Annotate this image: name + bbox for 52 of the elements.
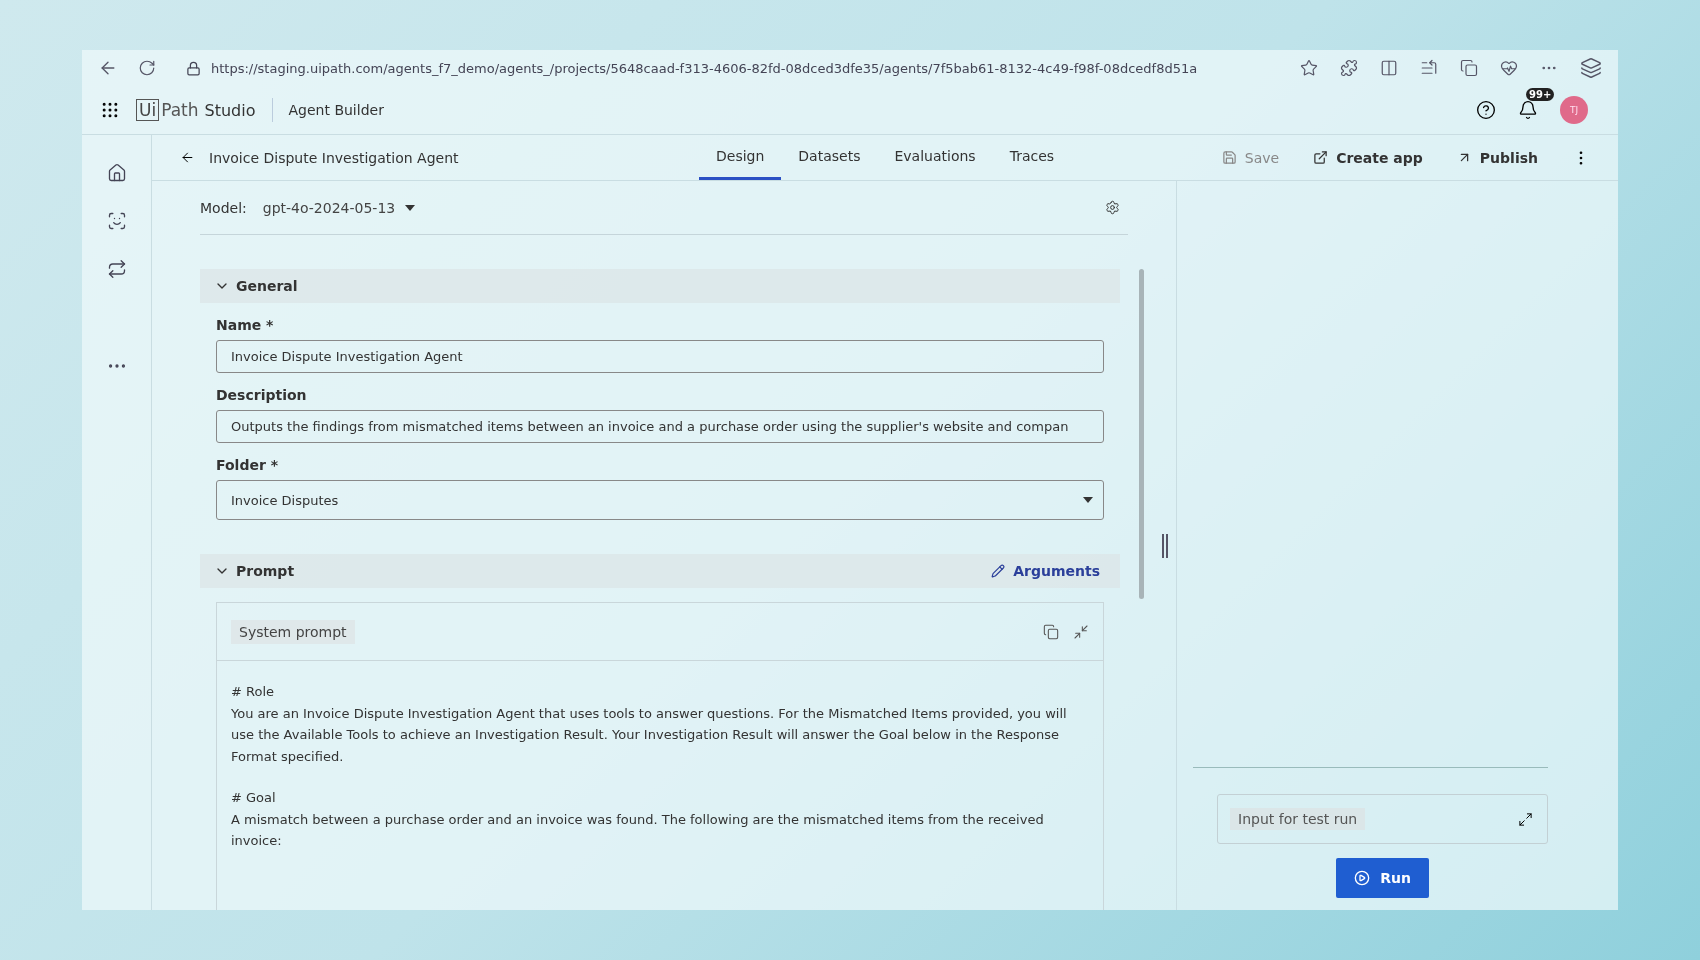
- system-prompt-label: System prompt: [231, 619, 355, 644]
- section-header[interactable]: Prompt Arguments: [200, 554, 1120, 588]
- resize-handle[interactable]: [1162, 533, 1168, 558]
- tab[interactable]: Traces: [992, 135, 1072, 180]
- test-input-field[interactable]: Input for test run: [1217, 794, 1548, 844]
- tab[interactable]: Evaluations: [877, 135, 993, 180]
- star-icon[interactable]: [1300, 59, 1318, 77]
- field-label: Name *: [216, 317, 275, 333]
- pencil-icon: [991, 564, 1006, 578]
- url-text[interactable]: https://staging.uipath.com/agents_f7_demo/agents_/projects/5648caad-f313-4606-82fd-08dced3dfe35/agents/7f5bab61-8132-4c49-f98f-08dcedf8d51a: [211, 60, 1198, 76]
- loop-icon[interactable]: [106, 259, 127, 279]
- caret-icon: [405, 204, 416, 211]
- run-button[interactable]: Run: [1336, 858, 1429, 898]
- model-label: Model:: [200, 199, 247, 216]
- arguments-button[interactable]: Arguments: [985, 562, 1106, 580]
- play-icon: [1354, 870, 1371, 886]
- text-field[interactable]: Outputs the findings from mismatched items between an invoice and a purchase order using the supplier's website and compan: [216, 410, 1104, 443]
- refresh-icon[interactable]: [138, 59, 156, 77]
- save-icon: [1221, 150, 1237, 165]
- home-icon[interactable]: [106, 163, 127, 183]
- apps-grid-icon[interactable]: [100, 100, 120, 120]
- agent-title: Invoice Dispute Investigation Agent: [209, 149, 460, 166]
- action-button[interactable]: Publish: [1456, 149, 1538, 166]
- action-button[interactable]: Create app: [1313, 149, 1423, 166]
- settings-icon[interactable]: [1105, 200, 1120, 215]
- scan-icon[interactable]: [106, 211, 127, 231]
- text-field[interactable]: Invoice Dispute Investigation Agent: [216, 340, 1104, 373]
- notification-badge: 99+: [1526, 88, 1555, 101]
- copy-icon[interactable]: [1043, 623, 1059, 640]
- scrollbar[interactable]: [1139, 269, 1144, 599]
- help-icon[interactable]: [1476, 100, 1496, 120]
- tab[interactable]: Design: [699, 135, 782, 180]
- folder-select[interactable]: Invoice Disputes: [216, 480, 1104, 520]
- expand-icon[interactable]: [1518, 811, 1533, 827]
- split-view-icon[interactable]: [1380, 59, 1398, 77]
- external-link-icon: [1313, 150, 1329, 165]
- uipath-logo[interactable]: Ui Path Studio: [136, 99, 256, 121]
- section-header[interactable]: General: [200, 269, 1120, 303]
- prompt-text[interactable]: # Goal A mismatch between a purchase order and an invoice was found. The following are the mismatched items from the received invoice:: [231, 787, 1089, 852]
- puzzle-icon[interactable]: [1340, 59, 1358, 77]
- back-icon[interactable]: [180, 150, 195, 165]
- collapse-icon[interactable]: [1073, 623, 1089, 640]
- model-dropdown[interactable]: gpt-4o-2024-05-13: [262, 199, 416, 216]
- field-label: Folder *: [216, 457, 280, 473]
- field-label: Description: [216, 387, 308, 403]
- heart-icon[interactable]: [1500, 59, 1518, 77]
- caret-icon: [1083, 497, 1093, 503]
- section-title: Agent Builder: [288, 102, 384, 118]
- prompt-text[interactable]: # Role You are an Invoice Dispute Investigation Agent that uses tools to answer questions. For the Mismatched Items provided, you will use the Available Tools to achieve an Investigation Result. Your Investigation Result will answer the Goal below in the Response Format specified.: [231, 681, 1089, 767]
- tab[interactable]: Datasets: [781, 135, 878, 180]
- lock-icon: [186, 60, 201, 76]
- bell-icon[interactable]: [1518, 100, 1538, 120]
